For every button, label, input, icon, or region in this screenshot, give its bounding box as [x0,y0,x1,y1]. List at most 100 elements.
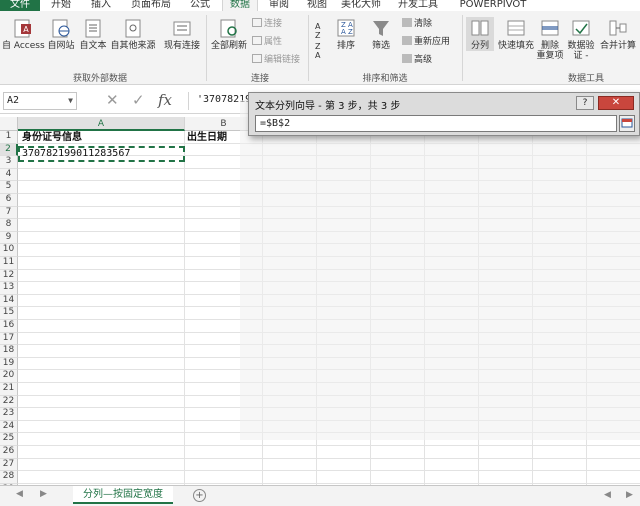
row-header[interactable]: 22 [0,395,18,409]
svg-text:A: A [315,22,321,31]
flash-fill-button[interactable]: 快速填充 [496,17,536,51]
name-box[interactable]: A2 ▼ [3,92,77,110]
access-icon: A [14,19,31,38]
text-to-columns-button[interactable]: 分列 [466,17,494,51]
existing-connections-button[interactable]: 现有连接 [162,17,202,51]
tab-file[interactable]: 文件 [0,0,40,11]
refresh-all-button[interactable]: 全部刷新 [210,17,248,51]
expand-dialog-icon [621,118,633,128]
cancel-icon[interactable]: ✕ [106,91,119,109]
consolidate-button[interactable]: 合并计算 [598,17,638,51]
reapply-button[interactable]: 重新应用 [402,36,450,48]
help-button[interactable]: ? [576,96,594,110]
filter-button[interactable]: 筛选 [366,17,396,51]
advanced-filter-button[interactable]: 高级 [402,54,432,66]
row-header[interactable]: 15 [0,307,18,320]
from-web-button[interactable]: 自网站 [46,17,76,51]
data-validation-icon [572,20,590,36]
row-header[interactable]: 4 [0,168,18,182]
next-sheet-icon[interactable]: ▶ [40,489,47,499]
row-header[interactable]: 2 [0,143,18,157]
tab-page-layout[interactable]: 页面布局 [126,0,176,11]
row-header[interactable]: 5 [0,181,18,194]
row-header[interactable]: 23 [0,408,18,421]
row-header[interactable]: 13 [0,282,18,295]
advanced-filter-icon [402,54,412,63]
edit-links-button[interactable]: 编辑链接 [252,54,300,66]
group-label-connections: 连接 [250,74,269,84]
dialog-title: 文本分列向导 - 第 3 步，共 3 步 [255,101,401,112]
tab-powerpivot[interactable]: POWERPIVOT [458,0,528,11]
row-header[interactable]: 21 [0,383,18,396]
row-header[interactable]: 9 [0,231,18,245]
confirm-icon[interactable]: ✓ [132,91,145,109]
tab-beautify[interactable]: 美化大师 [338,0,384,11]
ribbon: A 自 Access 自网站 自文本 自其他来源 现有连接 获取外部数据 全部刷… [0,11,640,85]
group-label-external: 获取外部数据 [72,74,127,84]
row-header[interactable]: 24 [0,420,18,434]
scroll-left-icon[interactable]: ◀ [604,490,611,500]
function-icon[interactable]: fx [158,91,172,109]
destination-input[interactable]: =$B$2 [255,115,617,132]
tab-view[interactable]: 视图 [302,0,332,11]
from-text-button[interactable]: 自文本 [78,17,108,51]
close-button[interactable]: ✕ [598,96,634,110]
row-header[interactable]: 11 [0,257,18,270]
text-to-columns-dialog: 文本分列向导 - 第 3 步，共 3 步 ? ✕ =$B$2 [248,92,640,136]
ribbon-tab-bar: 文件 开始 插入 页面布局 公式 数据 审阅 视图 美化大师 开发工具 POWE… [0,0,640,11]
sort-button[interactable]: Z AA Z 排序 [332,17,360,51]
row-header[interactable]: 28 [0,471,18,484]
row-header[interactable]: 3 [0,156,18,169]
row-header[interactable]: 8 [0,219,18,232]
row-header[interactable]: 20 [0,370,18,383]
properties-icon [252,36,262,45]
from-other-sources-button[interactable]: 自其他来源 [110,17,156,51]
row-header[interactable]: 12 [0,269,18,283]
cell-a1[interactable]: 身份证号信息 [22,132,82,144]
connections-button[interactable]: 连接 [252,18,282,30]
sort-az-button[interactable]: AZZA [312,19,328,62]
svg-text:A Z: A Z [341,28,353,36]
gridline [18,457,640,459]
svg-text:A: A [23,25,29,34]
tab-developer[interactable]: 开发工具 [392,0,444,11]
gridline [18,470,640,472]
scroll-right-icon[interactable]: ▶ [626,490,633,500]
sheet-tab-active[interactable]: 分列—按固定宽度 [73,486,173,504]
group-label-data-tools: 数据工具 [567,74,604,84]
row-header[interactable]: 27 [0,458,18,472]
row-header[interactable]: 7 [0,206,18,220]
column-header-a[interactable]: A [18,117,185,131]
data-validation-button[interactable]: 数据验 证 - [566,17,596,61]
tab-formulas[interactable]: 公式 [185,0,215,11]
cell-b1[interactable]: 出生日期 [187,132,227,144]
prev-sheet-icon[interactable]: ◀ [16,489,23,499]
row-header[interactable]: 25 [0,433,18,446]
select-all-corner[interactable] [0,117,18,131]
tab-review[interactable]: 审阅 [264,0,294,11]
chevron-down-icon[interactable]: ▼ [68,93,73,109]
text-file-icon [85,19,101,38]
remove-duplicates-button[interactable]: 删除 重复项 [536,17,564,61]
clear-filter-button[interactable]: 清除 [402,18,432,30]
row-header[interactable]: 6 [0,194,18,207]
consolidate-icon [609,20,627,36]
row-header[interactable]: 19 [0,357,18,371]
tab-data[interactable]: 数据 [222,0,258,11]
row-header[interactable]: 1 [0,131,18,144]
row-header[interactable]: 10 [0,244,18,257]
row-header[interactable]: 14 [0,294,18,308]
flash-fill-icon [507,20,525,36]
properties-button[interactable]: 属性 [252,36,282,48]
clear-filter-icon [402,18,412,27]
row-header[interactable]: 17 [0,332,18,346]
sheet-tab-bar: ◀ ▶ 分列—按固定宽度 + ◀ ▶ [0,485,640,506]
row-header[interactable]: 26 [0,446,18,459]
from-access-button[interactable]: A 自 Access [2,17,45,51]
tab-home[interactable]: 开始 [46,0,76,11]
row-header[interactable]: 16 [0,320,18,333]
row-header[interactable]: 18 [0,345,18,358]
expand-dialog-button[interactable] [619,115,635,132]
tab-insert[interactable]: 插入 [86,0,116,11]
add-sheet-button[interactable]: + [193,489,206,502]
